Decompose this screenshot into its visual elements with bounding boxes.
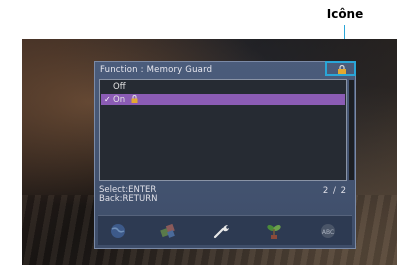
callout-box <box>325 61 356 76</box>
checkmark-icon: ✓ <box>104 95 111 104</box>
option-on-label: On <box>113 95 126 105</box>
wrench-icon[interactable] <box>211 221 231 241</box>
lock-icon <box>131 95 138 103</box>
menu-title: Function : Memory Guard <box>100 65 213 75</box>
scrollbar[interactable] <box>349 80 354 180</box>
osd-menu-panel: Function : Memory Guard Off ✓ On Select:E… <box>94 61 356 249</box>
abc-icon[interactable]: ABC <box>318 221 338 241</box>
options-list: Off ✓ On <box>99 79 354 181</box>
svg-text:ABC: ABC <box>322 229 334 236</box>
plant-icon[interactable] <box>264 221 284 241</box>
option-off-label: Off <box>113 82 126 92</box>
globe-icon[interactable] <box>108 221 128 241</box>
callout-label: Icône <box>326 7 364 21</box>
back-hint: Back:RETURN <box>99 194 158 204</box>
category-icon-bar: ABC <box>98 215 352 245</box>
page-indicator: 2 / 2 <box>322 186 347 196</box>
option-off[interactable]: Off <box>101 82 345 93</box>
puzzle-icon[interactable] <box>158 221 178 241</box>
footer-hints: Select:ENTER Back:RETURN <box>99 186 157 204</box>
option-on[interactable]: ✓ On <box>101 94 345 105</box>
